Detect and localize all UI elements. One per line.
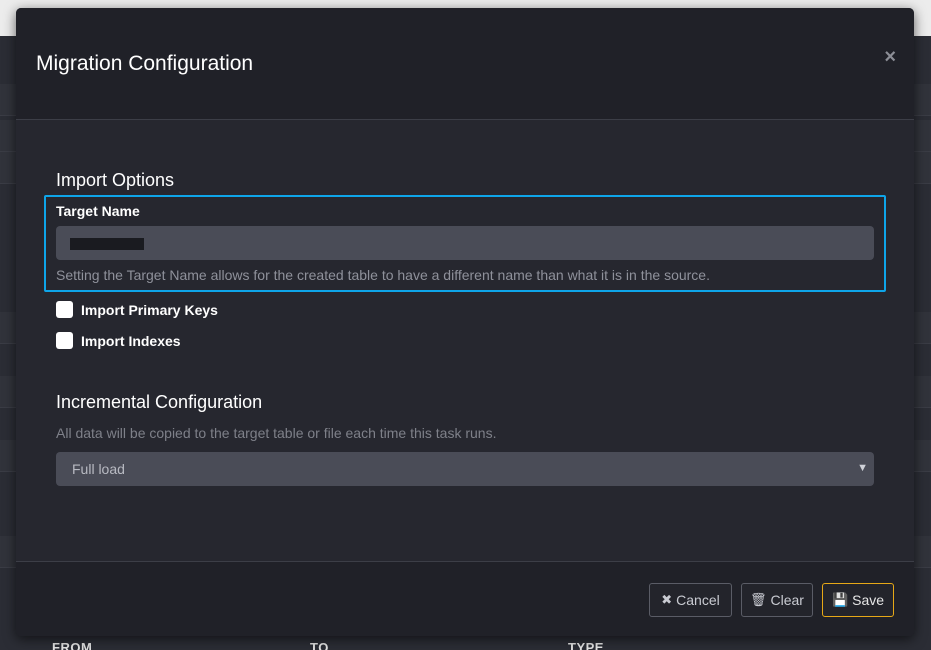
redacted-value — [70, 238, 144, 250]
import-indexes-checkbox[interactable] — [56, 332, 73, 349]
trash-icon: 🗑 — [750, 592, 767, 607]
close-icon[interactable]: × — [884, 46, 896, 69]
incremental-help: All data will be copied to the target ta… — [56, 425, 497, 441]
incremental-mode-select[interactable]: Full load ▼ — [56, 452, 874, 486]
column-header-type: TYPE — [568, 640, 604, 650]
clear-button-label: Clear — [770, 592, 804, 608]
save-button[interactable]: 💾 Save — [822, 583, 894, 617]
import-options-title: Import Options — [56, 170, 175, 190]
modal-footer: ✖ Cancel 🗑 Clear 💾 Save — [16, 561, 914, 636]
import-primary-keys-row[interactable]: Import Primary Keys — [56, 301, 218, 318]
target-name-label: Target Name — [56, 203, 140, 219]
column-header-to: TO — [310, 640, 329, 650]
floppy-disk-icon: 💾 — [831, 592, 849, 607]
import-primary-keys-checkbox[interactable] — [56, 301, 73, 318]
modal-title: Migration Configuration — [36, 52, 254, 75]
target-name-help: Setting the Target Name allows for the c… — [56, 267, 710, 283]
cancel-button[interactable]: ✖ Cancel — [649, 583, 732, 617]
save-button-label: Save — [852, 592, 885, 608]
close-icon: ✖ — [661, 592, 673, 607]
modal-header: Migration Configuration × — [16, 8, 914, 120]
migration-config-modal: Migration Configuration × Import Options… — [16, 8, 914, 636]
cancel-button-label: Cancel — [676, 592, 720, 608]
import-indexes-row[interactable]: Import Indexes — [56, 332, 181, 349]
background-column-headers: FROM TO TYPE — [0, 636, 931, 650]
target-name-input[interactable] — [56, 226, 874, 260]
import-primary-keys-label: Import Primary Keys — [81, 301, 218, 318]
incremental-mode-value: Full load — [72, 461, 125, 477]
incremental-config-title: Incremental Configuration — [56, 392, 263, 412]
column-header-from: FROM — [52, 640, 93, 650]
target-name-group: Target Name Setting the Target Name allo… — [44, 195, 886, 292]
clear-button[interactable]: 🗑 Clear — [741, 583, 813, 617]
chevron-down-icon: ▼ — [857, 462, 868, 474]
import-indexes-label: Import Indexes — [81, 332, 181, 349]
